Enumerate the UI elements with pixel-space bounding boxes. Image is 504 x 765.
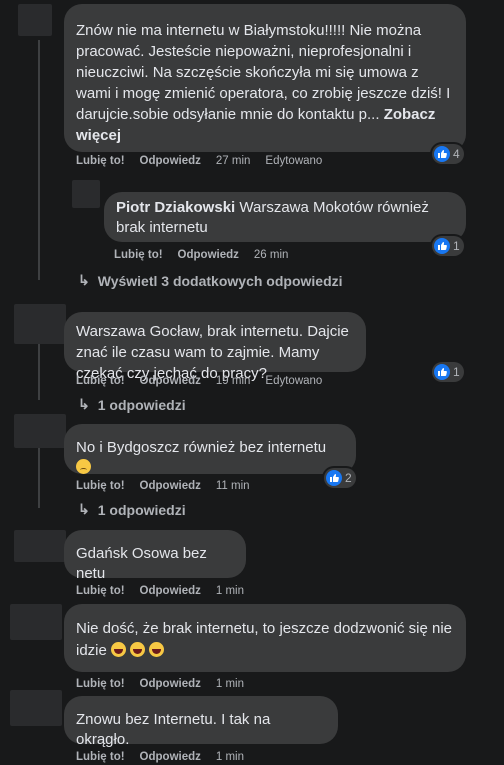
comment-actions: Lubię to! Odpowiedz 1 min: [76, 678, 244, 690]
comment-actions: Lubię to! Odpowiedz 1 min: [76, 585, 244, 597]
comment-actions: Lubię to! Odpowiedz 27 min Edytowano: [76, 155, 322, 167]
avatar[interactable]: [18, 4, 52, 36]
like-reaction-icon: [434, 364, 450, 380]
comment-bubble: Nie dość, że brak internetu, to jeszcze …: [64, 604, 466, 672]
reply-button[interactable]: Odpowiedz: [140, 678, 201, 690]
comment-actions: Lubię to! Odpowiedz 11 min: [76, 480, 250, 492]
like-reaction-icon: [326, 470, 342, 486]
comment-text: Gdańsk Osowa bez netu: [76, 545, 207, 582]
timestamp[interactable]: 19 min: [216, 375, 251, 387]
like-button[interactable]: Lubię to!: [76, 375, 125, 387]
avatar[interactable]: [10, 690, 62, 726]
reaction-number: 1: [453, 239, 460, 253]
timestamp[interactable]: 1 min: [216, 585, 244, 597]
avatar[interactable]: [72, 180, 100, 208]
avatar[interactable]: [14, 530, 66, 562]
reaction-number: 1: [453, 365, 460, 379]
thread-line: [60, 178, 62, 190]
comment-actions: Lubię to! Odpowiedz 1 min: [76, 751, 244, 763]
comment-bubble: Znowu bez Internetu. I tak na okrągło.: [64, 696, 338, 748]
reply-arrow-icon: ↳: [78, 501, 90, 517]
like-reaction-icon: [434, 146, 450, 162]
comment-text: Znowu bez Internetu. I tak na okrągło.: [76, 711, 271, 748]
comment-actions: Lubię to! Odpowiedz 19 min Edytowano: [76, 375, 322, 387]
comment-bubble: No i Bydgoszcz również bez internetu: [64, 424, 356, 474]
reply-button[interactable]: Odpowiedz: [178, 249, 239, 261]
reply-button[interactable]: Odpowiedz: [140, 751, 201, 763]
like-button[interactable]: Lubię to!: [76, 155, 125, 167]
laughing-emoji-icon: [149, 642, 165, 657]
edited-label: Edytowano: [265, 155, 323, 167]
reply-button[interactable]: Odpowiedz: [140, 585, 201, 597]
comment-bubble: Gdańsk Osowa bez netu: [64, 530, 246, 582]
like-button[interactable]: Lubię to!: [76, 480, 125, 492]
timestamp[interactable]: 27 min: [216, 155, 251, 167]
comment-text: No i Bydgoszcz również bez internetu: [76, 439, 327, 456]
avatar[interactable]: [14, 304, 66, 344]
comment-actions: Lubię to! Odpowiedz 26 min: [114, 249, 288, 261]
comment-bubble: Piotr Dziakowski Warszawa Mokotów równie…: [104, 192, 466, 242]
view-more-replies-label: Wyświetl 3 dodatkowych odpowiedzi: [97, 272, 343, 289]
view-replies-label: 1 odpowiedzi: [97, 501, 186, 518]
view-replies-label: 1 odpowiedzi: [97, 396, 186, 413]
thread-line: [38, 40, 40, 280]
comment-bubble: Znów nie ma internetu w Białymstoku!!!!!…: [64, 4, 466, 152]
timestamp[interactable]: 11 min: [216, 480, 250, 492]
reply-button[interactable]: Odpowiedz: [140, 375, 201, 387]
view-replies-link[interactable]: ↳ 1 odpowiedzi: [78, 396, 186, 413]
reaction-number: 2: [345, 471, 352, 485]
like-reaction-icon: [434, 238, 450, 254]
timestamp[interactable]: 26 min: [254, 249, 289, 261]
like-button[interactable]: Lubię to!: [76, 678, 125, 690]
laughing-emoji-icon: [130, 642, 146, 657]
like-button[interactable]: Lubię to!: [114, 249, 163, 261]
reply-arrow-icon: ↳: [78, 272, 90, 288]
comment-text: Warszawa Gocław, brak internetu. Dajcie …: [76, 323, 349, 382]
view-replies-link[interactable]: ↳ 1 odpowiedzi: [78, 501, 186, 518]
reaction-count[interactable]: 2: [324, 468, 356, 488]
thread-line: [38, 440, 40, 508]
reply-button[interactable]: Odpowiedz: [140, 480, 201, 492]
timestamp[interactable]: 1 min: [216, 678, 244, 690]
edited-label: Edytowano: [265, 375, 323, 387]
sad-emoji-icon: [76, 459, 91, 474]
comment-author[interactable]: Piotr Dziakowski: [116, 199, 235, 216]
like-button[interactable]: Lubię to!: [76, 585, 125, 597]
reaction-count[interactable]: 1: [432, 236, 464, 256]
comment-bubble: Warszawa Gocław, brak internetu. Dajcie …: [64, 312, 366, 382]
reply-arrow-icon: ↳: [78, 396, 90, 412]
view-more-replies-link[interactable]: ↳ Wyświetl 3 dodatkowych odpowiedzi: [78, 272, 343, 289]
like-button[interactable]: Lubię to!: [76, 751, 125, 763]
reply-button[interactable]: Odpowiedz: [140, 155, 201, 167]
avatar[interactable]: [14, 414, 66, 448]
reaction-count[interactable]: 4: [432, 144, 464, 164]
timestamp[interactable]: 1 min: [216, 751, 244, 763]
reaction-number: 4: [453, 147, 460, 161]
avatar[interactable]: [10, 604, 62, 640]
laughing-emoji-icon: [111, 642, 127, 657]
reaction-count[interactable]: 1: [432, 362, 464, 382]
